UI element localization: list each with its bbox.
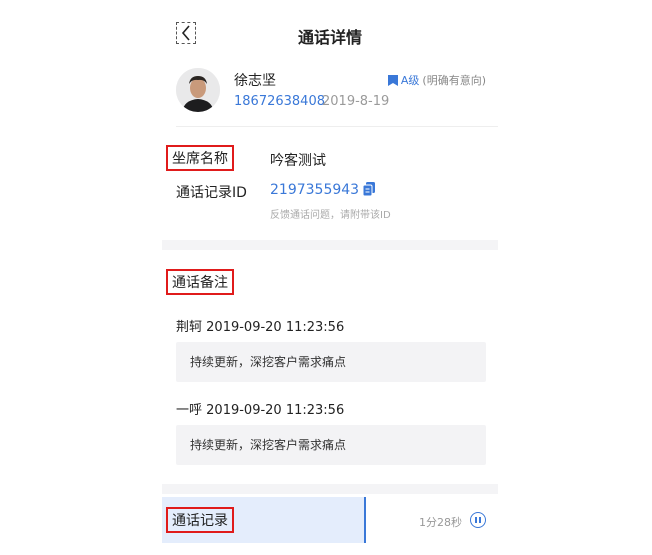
recording-player[interactable]: 通话记录 1分28秒 xyxy=(162,497,498,543)
section-separator xyxy=(162,484,498,494)
bookmark-icon xyxy=(387,74,398,86)
section-separator xyxy=(162,240,498,250)
recording-duration: 1分28秒 xyxy=(419,516,462,529)
note-author: 一呼 xyxy=(176,403,203,418)
customer-phone[interactable]: 18672638408 xyxy=(234,94,325,109)
call-record-id-value: 2197355943 xyxy=(270,182,360,198)
call-recording-label: 通话记录 xyxy=(166,507,234,533)
note-content: 持续更新，深挖客户需求痛点 xyxy=(176,342,486,382)
avatar xyxy=(176,68,220,112)
copy-icon[interactable] xyxy=(363,182,375,196)
note-header: 一呼 2019-09-20 11:23:56 xyxy=(176,399,344,418)
page-title: 通话详情 xyxy=(297,28,362,47)
call-id-hint: 反馈通话问题，请附带该ID xyxy=(270,210,391,221)
call-detail-screen: 通话详情 徐志坚 18672638408 2019-8-19 A级 (明确有意向… xyxy=(162,0,498,555)
agent-name-label: 坐席名称 xyxy=(166,145,234,171)
note-author: 荆轲 xyxy=(176,320,203,335)
customer-date: 2019-8-19 xyxy=(322,94,390,109)
note-content: 持续更新，深挖客户需求痛点 xyxy=(176,425,486,465)
call-record-id-label: 通话记录ID xyxy=(176,185,247,201)
note-time: 2019-09-20 11:23:56 xyxy=(206,320,345,335)
note-header: 荆轲 2019-09-20 11:23:56 xyxy=(176,316,344,335)
customer-level: A级 (明确有意向) xyxy=(387,72,486,88)
level-note: (明确有意向) xyxy=(422,74,486,87)
level-grade: A级 xyxy=(400,74,420,87)
divider xyxy=(176,126,498,127)
call-notes-label: 通话备注 xyxy=(166,269,234,295)
agent-name-value: 吟客测试 xyxy=(270,153,326,169)
note-time: 2019-09-20 11:23:56 xyxy=(206,403,345,418)
pause-icon[interactable] xyxy=(470,512,486,528)
customer-name: 徐志坚 xyxy=(234,73,276,89)
